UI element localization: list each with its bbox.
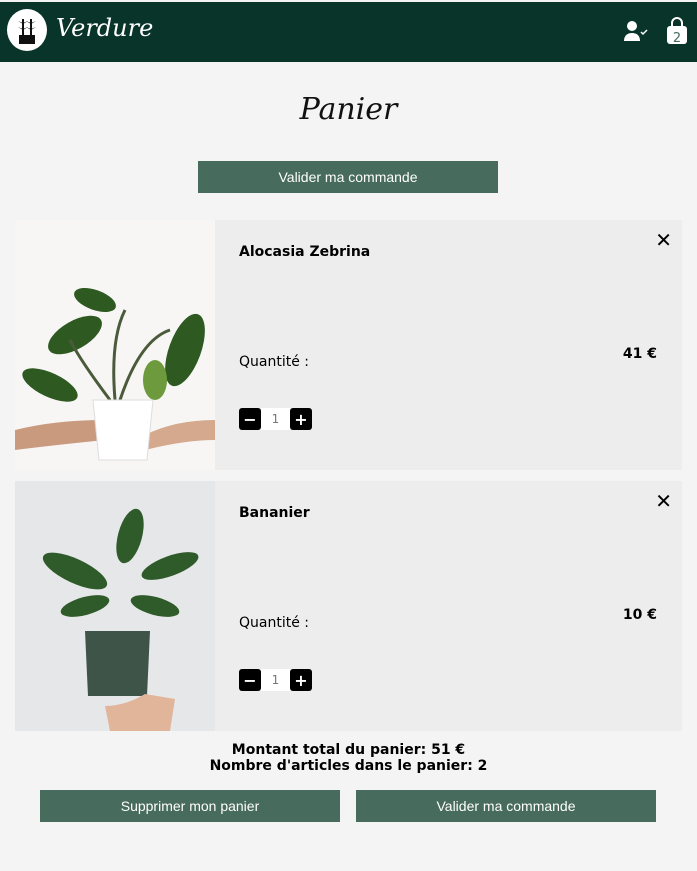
cart-total: Montant total du panier: 51 € [231,742,466,758]
remove-item-close-icon[interactable]: ✕ [655,489,672,513]
header: Verdure 2 [0,2,697,62]
logo-plant-icon[interactable] [7,9,47,51]
cart-item-count: Nombre d'articles dans le panier: 2 [209,758,488,774]
clear-cart-button[interactable]: Supprimer mon panier [40,790,340,822]
quantity-input[interactable]: 1 [261,669,290,691]
quantity-label: Quantité : [239,354,309,370]
item-name: Alocasia Zebrina [239,244,371,260]
brand-name[interactable]: Verdure [56,14,153,42]
increase-quantity-button[interactable]: + [290,408,312,430]
cart-item: Bananier ✕ Quantité : 10 € − 1 + [15,481,682,731]
validate-order-top-button[interactable]: Valider ma commande [198,161,498,193]
cart-count: 2 [673,31,681,45]
validate-order-button[interactable]: Valider ma commande [356,790,656,822]
page-title: Panier [299,92,398,127]
increase-quantity-button[interactable]: + [290,669,312,691]
quantity-input[interactable]: 1 [261,408,290,430]
quantity-label: Quantité : [239,615,309,631]
quantity-stepper: − 1 + [239,669,312,691]
decrease-quantity-button[interactable]: − [239,669,261,691]
cart-item: Alocasia Zebrina ✕ Quantité : 41 € − 1 + [15,220,682,470]
user-check-icon[interactable] [624,20,650,46]
item-price: 41 € [622,346,657,362]
alocasia-image [15,220,215,470]
decrease-quantity-button[interactable]: − [239,408,261,430]
item-price: 10 € [622,607,657,623]
item-name: Bananier [239,505,310,521]
bananier-image [15,481,215,731]
quantity-stepper: − 1 + [239,408,312,430]
remove-item-close-icon[interactable]: ✕ [655,228,672,252]
cart-bag-icon[interactable]: 2 [665,17,689,49]
cart-summary: Montant total du panier: 51 € Nombre d'a… [0,742,697,774]
